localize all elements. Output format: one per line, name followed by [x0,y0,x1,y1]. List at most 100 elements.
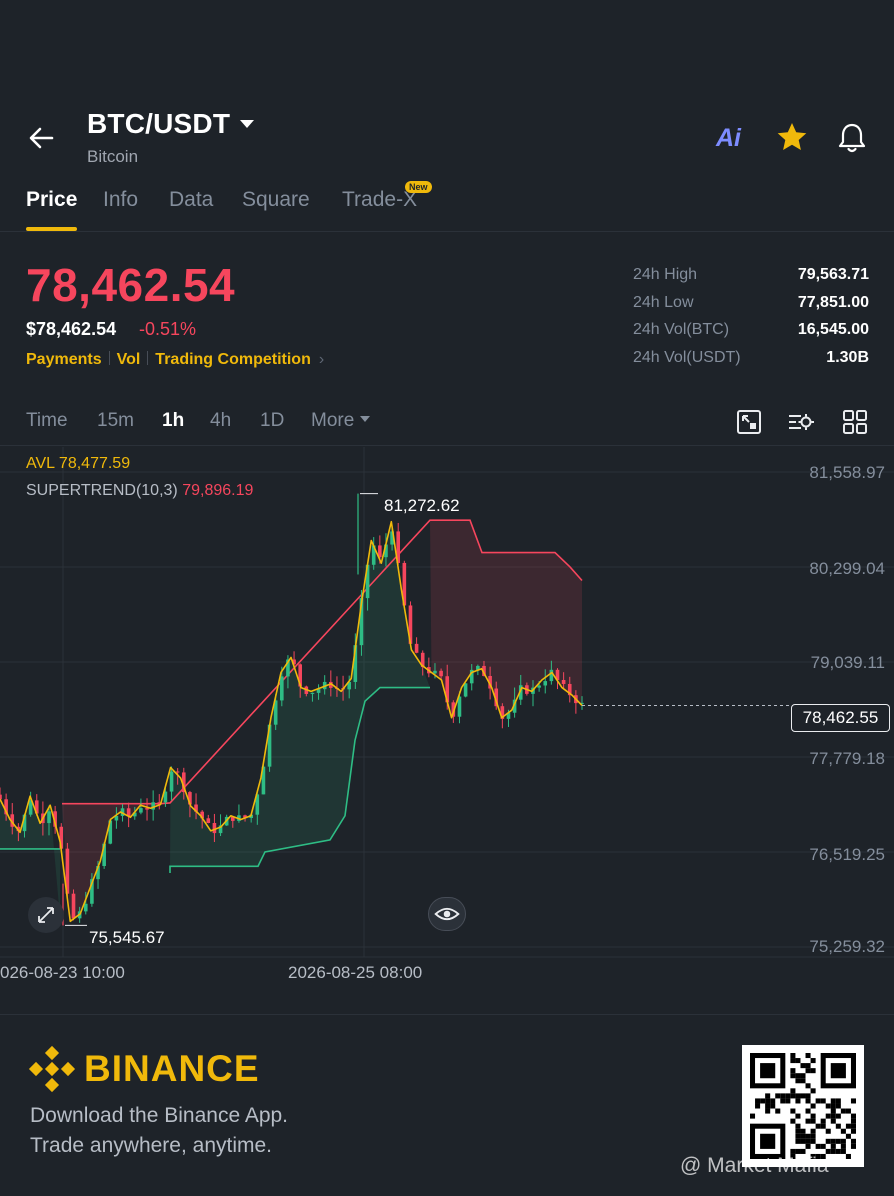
qr-module [845,1123,851,1129]
ai-assistant-button[interactable]: Ai [716,124,741,153]
qr-module [765,1108,771,1114]
qr-module [775,1108,781,1114]
supertrend-bear-fill [430,520,582,718]
qr-module [825,1138,831,1144]
qr-module [845,1133,851,1139]
tagline-download: Download the Binance App. [30,1104,289,1127]
qr-module [795,1113,801,1119]
qr-module [800,1128,806,1134]
qr-module [815,1143,821,1149]
qr-module [825,1128,831,1134]
qr-module [765,1098,771,1104]
qr-module [850,1118,856,1124]
qr-module [805,1118,811,1124]
candle-body [561,680,566,684]
candle-body [169,771,174,792]
qr-module [755,1098,761,1104]
qr-module [765,1093,771,1099]
tab-data[interactable]: Data [169,188,213,212]
watermark: @ Market Mafia [680,1154,829,1177]
timeframe-more[interactable]: More [311,410,371,432]
qr-module [800,1073,806,1079]
qr-module [785,1098,791,1104]
indicator-settings-icon[interactable] [787,408,815,436]
tab-square[interactable]: Square [242,188,310,212]
candle-body [175,771,180,773]
qr-module [830,1138,836,1144]
binance-logo-icon [28,1045,76,1093]
candle-body [433,670,437,674]
qr-module [850,1098,856,1104]
supertrend-indicator: SUPERTREND(10,3) 79,896.19 [26,482,253,500]
qr-module [830,1113,836,1119]
qr-module [820,1143,826,1149]
layout-grid-icon[interactable] [841,408,869,436]
qr-module [850,1113,856,1119]
timeframe-15m[interactable]: 15m [97,410,134,432]
chevron-right-icon[interactable]: › [319,351,324,368]
stat-row: 24h Vol(USDT) 1.30B [633,349,869,377]
link-vol[interactable]: Vol [117,351,141,368]
candle-body [0,794,2,800]
qr-module [770,1103,776,1109]
qr-module [795,1078,801,1084]
qr-module [790,1068,796,1074]
qr-module [840,1128,846,1134]
link-trading-competition[interactable]: Trading Competition [155,351,311,368]
qr-module [795,1133,801,1139]
chevron-down-icon [360,416,371,422]
tab-info[interactable]: Info [103,188,138,212]
favorite-star-icon[interactable] [774,120,810,156]
candle-body [463,683,468,697]
bell-icon[interactable] [834,120,870,156]
timeframe-time[interactable]: Time [26,410,68,432]
expand-icon[interactable] [28,897,64,933]
back-arrow-icon[interactable] [26,122,58,154]
stat-value: 1.30B [826,348,869,366]
qr-module [795,1123,801,1129]
divider [108,351,110,365]
qr-code-image [750,1053,856,1159]
qr-module [790,1053,796,1059]
qr-module [840,1138,846,1144]
qr-code[interactable] [742,1045,864,1167]
qr-module [795,1098,801,1104]
qr-module [830,1098,836,1104]
app-header: BTC/USDT Bitcoin Ai Price Info Data Squa… [0,0,894,232]
qr-module [780,1098,786,1104]
high-price-label: 81,272.62 [384,496,460,515]
qr-module [810,1068,816,1074]
qr-module [820,1123,826,1129]
qr-module [800,1093,806,1099]
avl-indicator: AVL 78,477.59 [26,455,130,473]
qr-module [795,1128,801,1134]
qr-module [835,1113,841,1119]
y-tick-label: 81,558.97 [809,463,885,482]
qr-module [790,1058,796,1064]
qr-module [845,1108,851,1114]
qr-finder [760,1133,776,1149]
timeframe-4h[interactable]: 4h [210,410,231,432]
timeframe-1h[interactable]: 1h [162,410,184,432]
qr-module [825,1113,831,1119]
tab-price[interactable]: Price [26,188,77,212]
price-chart[interactable]: AVL 78,477.59 SUPERTREND(10,3) 79,896.19… [0,447,894,1014]
qr-module [830,1143,836,1149]
fullscreen-chart-icon[interactable] [735,408,763,436]
qr-module [840,1143,846,1149]
y-tick-label: 77,779.18 [809,749,885,768]
qr-module [850,1143,856,1149]
candle-body [414,643,419,653]
eye-icon[interactable] [428,897,466,931]
qr-module [790,1073,796,1079]
avl-label: AVL [26,455,55,472]
link-payments[interactable]: Payments [26,351,102,368]
candle-body [543,681,548,686]
qr-module [805,1063,811,1069]
qr-module [810,1138,816,1144]
timeframe-1d[interactable]: 1D [260,410,284,432]
x-tick-label: 2026-08-25 08:00 [288,963,423,982]
tab-trade-x[interactable]: Trade-X [342,188,417,212]
pair-selector[interactable]: BTC/USDT [87,108,255,140]
qr-module [840,1108,846,1114]
